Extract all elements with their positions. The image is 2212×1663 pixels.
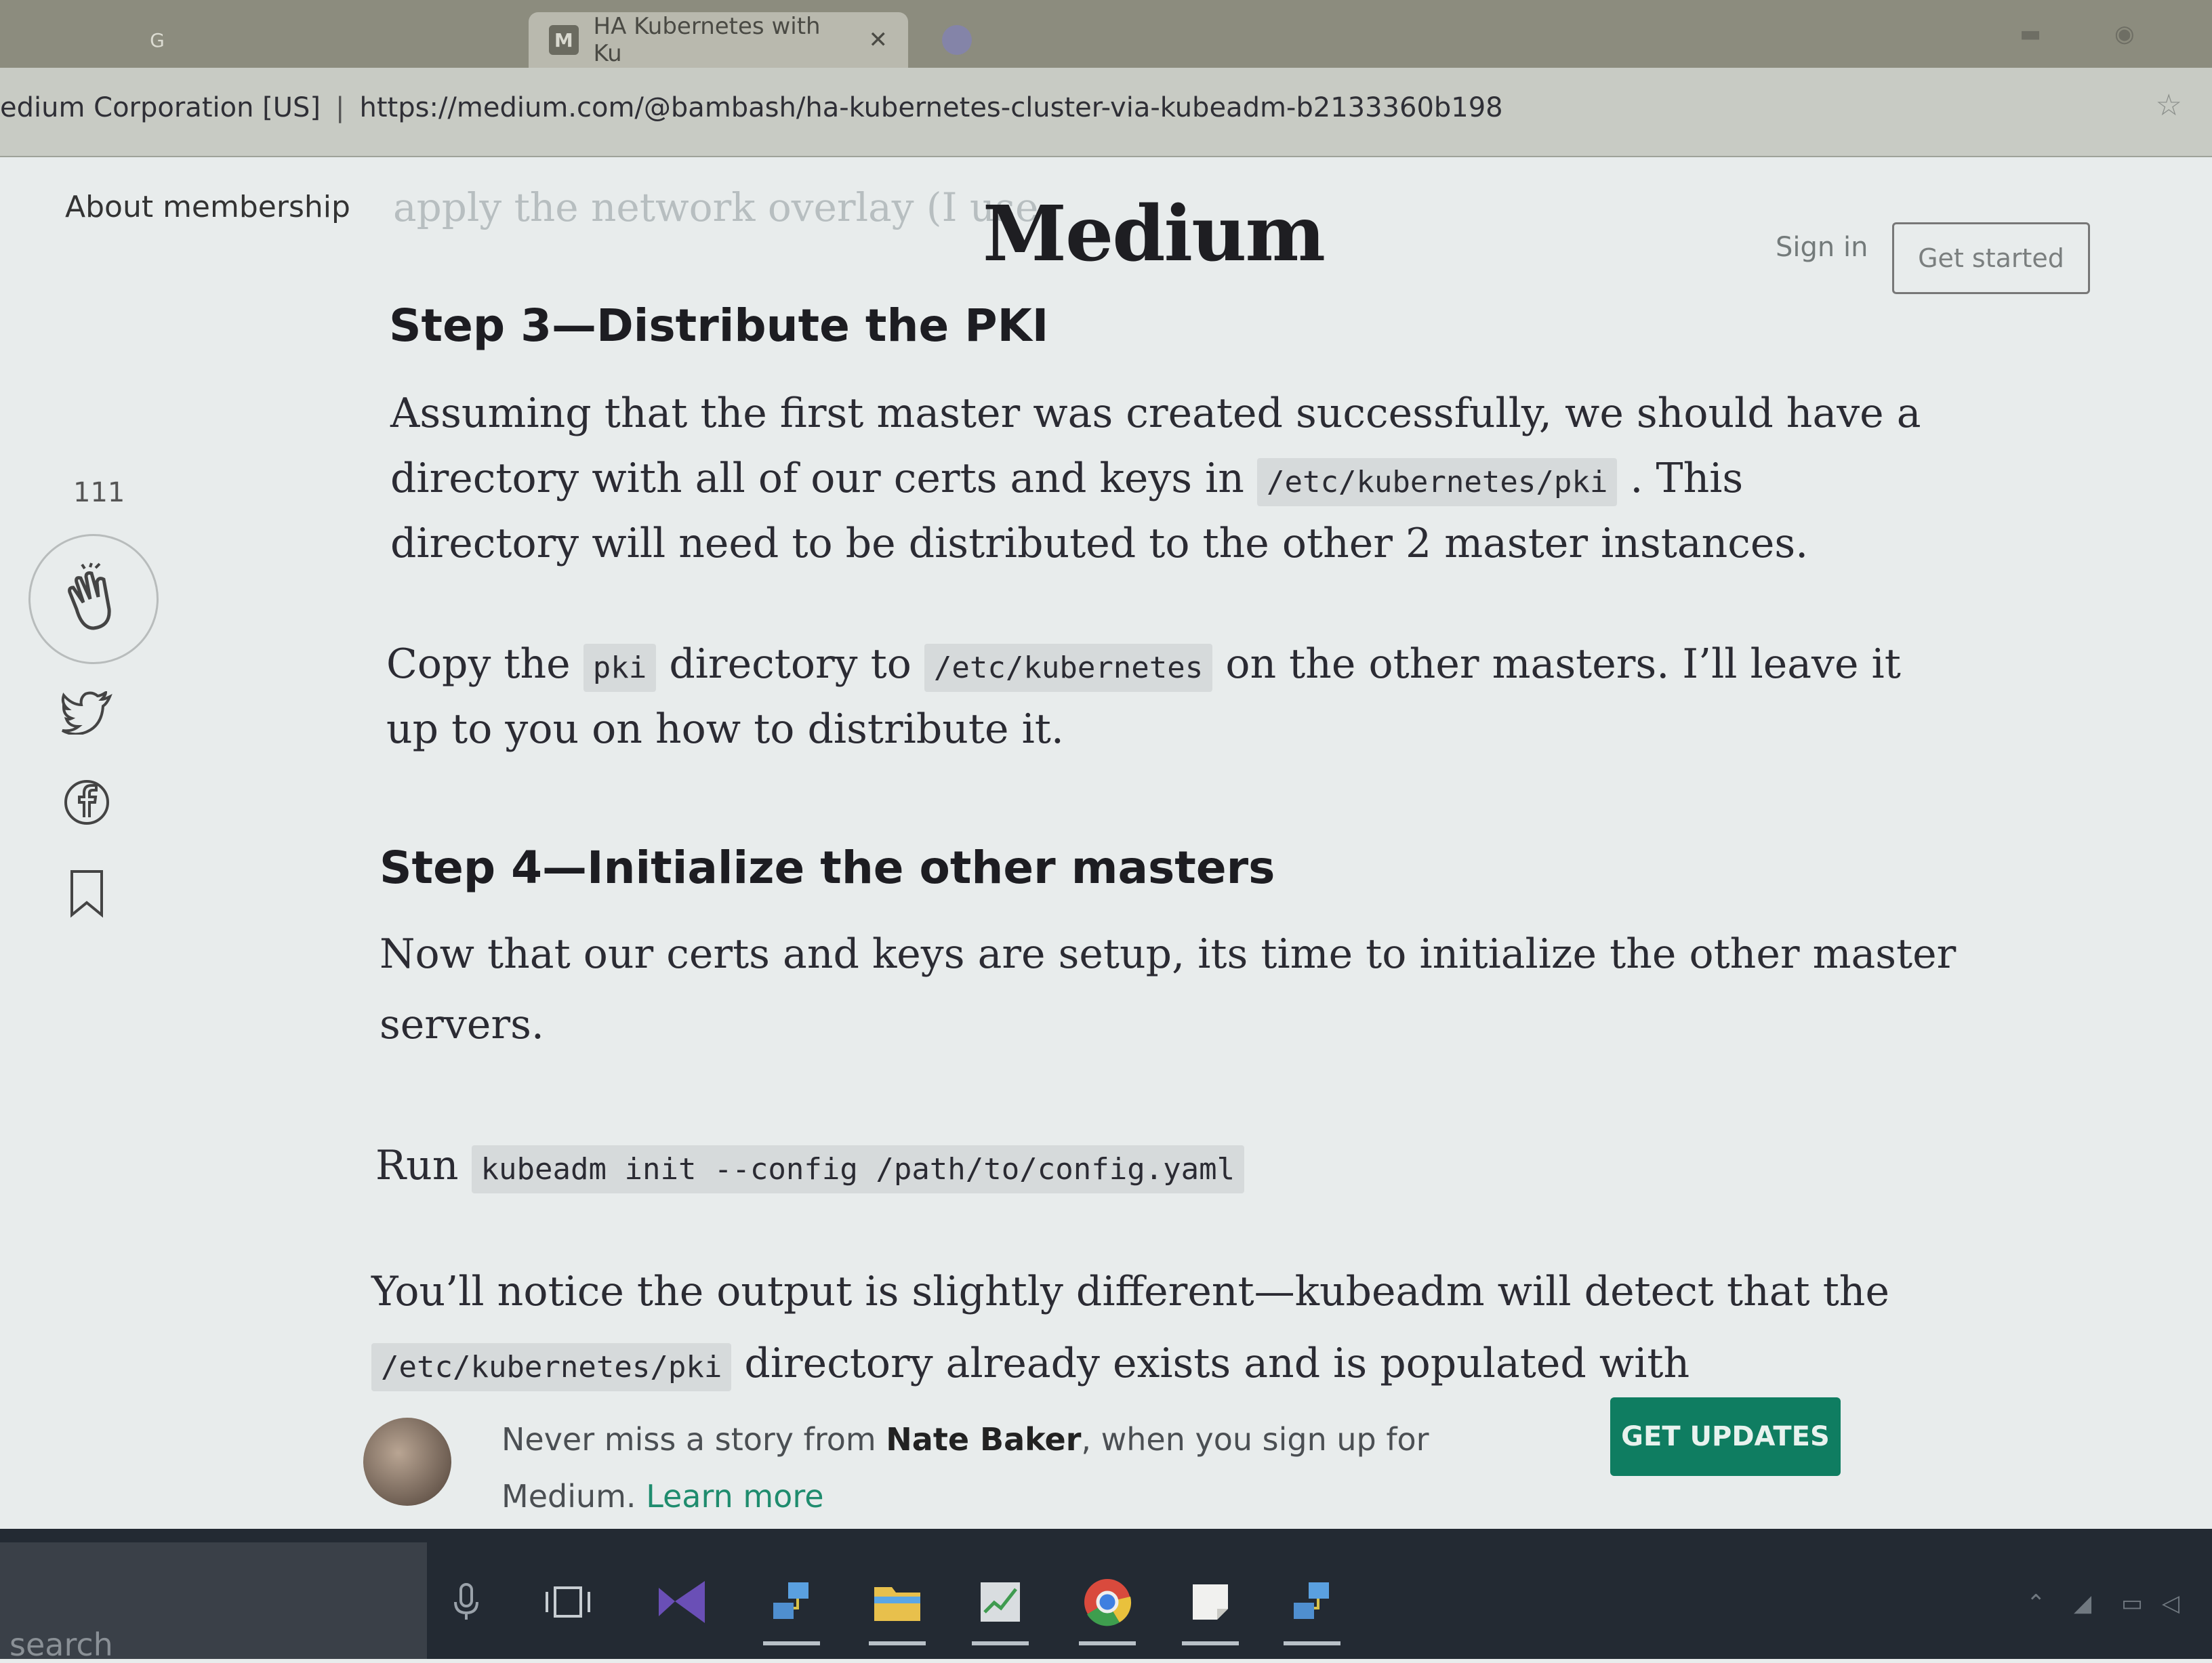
window-minimize-icon[interactable]: ▬: [2020, 20, 2041, 47]
paragraph-text: . This: [1630, 455, 1744, 502]
clap-icon: [68, 562, 111, 630]
taskbar: search ⌃ ◢ ▭ ◁: [0, 1529, 2212, 1663]
share-twitter[interactable]: [60, 686, 114, 740]
task-manager-icon[interactable]: [968, 1569, 1033, 1645]
profile-icon[interactable]: ◉: [2114, 20, 2135, 47]
sign-in-link[interactable]: Sign in: [1776, 232, 1868, 263]
paragraph-text: directory to: [669, 640, 912, 688]
browser-tab[interactable]: G: [122, 12, 501, 68]
bookmark-button[interactable]: [60, 866, 114, 920]
clap-button[interactable]: [28, 534, 159, 664]
network-tray-icon[interactable]: ◢: [2074, 1590, 2091, 1617]
signup-promo-bar: Never miss a story from Nate Baker, when…: [363, 1397, 1854, 1533]
promo-message: Never miss a story from Nate Baker, when…: [501, 1411, 1429, 1525]
battery-tray-icon[interactable]: ▭: [2121, 1590, 2143, 1617]
browser-tabstrip: G M HA Kubernetes with Ku ✕ ▬ ◉: [0, 0, 2212, 68]
paragraph-text: You’ll notice the output is slightly dif…: [371, 1268, 1889, 1315]
promo-text: Medium.: [501, 1478, 647, 1515]
facebook-icon: [64, 780, 109, 825]
paragraph-text: Run: [375, 1142, 459, 1189]
visual-studio-icon[interactable]: [651, 1569, 716, 1635]
paragraph-text: directory will need to be distributed to…: [390, 520, 1809, 567]
medium-favicon-icon: M: [549, 25, 579, 55]
paragraph-line: Copy the pki directory to /etc/kubernete…: [386, 632, 1901, 701]
medium-logo[interactable]: Medium: [983, 190, 1326, 279]
remote-desktop-icon[interactable]: [1279, 1569, 1345, 1645]
about-membership-link[interactable]: About membership: [65, 190, 350, 224]
paragraph-line: You’ll notice the output is slightly dif…: [371, 1259, 1889, 1324]
paragraph-text: up to you on how to distribute it.: [386, 705, 1064, 753]
medium-page: About membership apply the network overl…: [0, 157, 2212, 1526]
paragraph-line: Assuming that the first master was creat…: [390, 381, 1921, 446]
paragraph-text: directory already exists and is populate…: [744, 1340, 1690, 1387]
chrome-icon[interactable]: [1075, 1569, 1140, 1645]
network-app-icon[interactable]: [759, 1569, 824, 1645]
author-name-link[interactable]: Nate Baker: [886, 1421, 1081, 1458]
paragraph-line: Now that our certs and keys are setup, i…: [380, 922, 1956, 987]
volume-tray-icon[interactable]: ◁: [2162, 1590, 2179, 1617]
tab-label: HA Kubernetes with Ku: [593, 13, 821, 67]
promo-text: Never miss a story from: [501, 1421, 886, 1458]
tray-chevron-icon[interactable]: ⌃: [2026, 1590, 2046, 1617]
author-avatar[interactable]: [363, 1418, 451, 1506]
microphone-icon[interactable]: [434, 1569, 499, 1635]
sticky-notes-icon[interactable]: [1178, 1569, 1243, 1645]
inline-code: pki: [583, 644, 657, 692]
omnibox[interactable]: edium Corporation [US] | https://medium.…: [0, 84, 1626, 131]
paragraph-line: /etc/kubernetes/pki directory already ex…: [371, 1331, 1689, 1400]
bookmark-star-icon[interactable]: ☆: [2156, 88, 2182, 123]
get-started-button[interactable]: Get started: [1892, 222, 2090, 294]
paragraph-line: directory will need to be distributed to…: [390, 511, 1808, 576]
paragraph-text: Copy the: [386, 640, 571, 688]
paragraph-text: Assuming that the first master was creat…: [390, 390, 1921, 437]
paragraph-text: directory with all of our certs and keys…: [390, 455, 1244, 502]
clap-count: 111: [73, 477, 125, 508]
task-view-icon[interactable]: [535, 1569, 600, 1635]
paragraph-text: on the other masters. I’ll leave it: [1225, 640, 1901, 688]
paragraph-text: servers.: [380, 1001, 544, 1048]
paragraph-line: Run kubeadm init --config /path/to/confi…: [375, 1133, 1245, 1202]
inline-code: /etc/kubernetes/pki: [1257, 458, 1618, 506]
learn-more-link[interactable]: Learn more: [646, 1478, 823, 1515]
bookmark-icon: [70, 870, 103, 918]
url-text[interactable]: https://medium.com/@bambash/ha-kubernete…: [360, 92, 1503, 123]
tab-close-icon[interactable]: ✕: [869, 26, 888, 54]
browser-tab[interactable]: [922, 12, 1301, 68]
inline-code: /etc/kubernetes: [924, 644, 1213, 692]
tab-favicon-icon: [942, 25, 972, 55]
inline-code: /etc/kubernetes/pki: [371, 1343, 732, 1391]
file-explorer-icon[interactable]: [865, 1569, 930, 1645]
twitter-icon: [61, 691, 112, 735]
google-icon: G: [150, 28, 165, 52]
paragraph-line: directory with all of our certs and keys…: [390, 446, 1743, 515]
taskbar-search-box[interactable]: search: [0, 1542, 427, 1663]
inline-code: kubeadm init --config /path/to/config.ya…: [471, 1145, 1245, 1193]
promo-text: , when you sign up for: [1081, 1421, 1429, 1458]
paragraph-text: Now that our certs and keys are setup, i…: [380, 930, 1957, 978]
address-separator: |: [335, 92, 345, 123]
faded-scroll-text: apply the network overlay (I use: [393, 184, 1039, 230]
step3-heading: Step 3—Distribute the PKI: [389, 300, 1049, 352]
paragraph-line: servers.: [380, 992, 544, 1057]
get-updates-button[interactable]: GET UPDATES: [1610, 1397, 1841, 1476]
step4-heading: Step 4—Initialize the other masters: [380, 842, 1275, 894]
address-bar[interactable]: edium Corporation [US] | https://medium.…: [0, 68, 2212, 157]
browser-tab-active[interactable]: M HA Kubernetes with Ku ✕: [529, 12, 908, 68]
share-facebook[interactable]: [60, 775, 114, 829]
security-indicator[interactable]: edium Corporation [US]: [0, 92, 321, 123]
taskbar-search-text[interactable]: search: [9, 1626, 113, 1663]
paragraph-line: up to you on how to distribute it.: [386, 697, 1064, 762]
